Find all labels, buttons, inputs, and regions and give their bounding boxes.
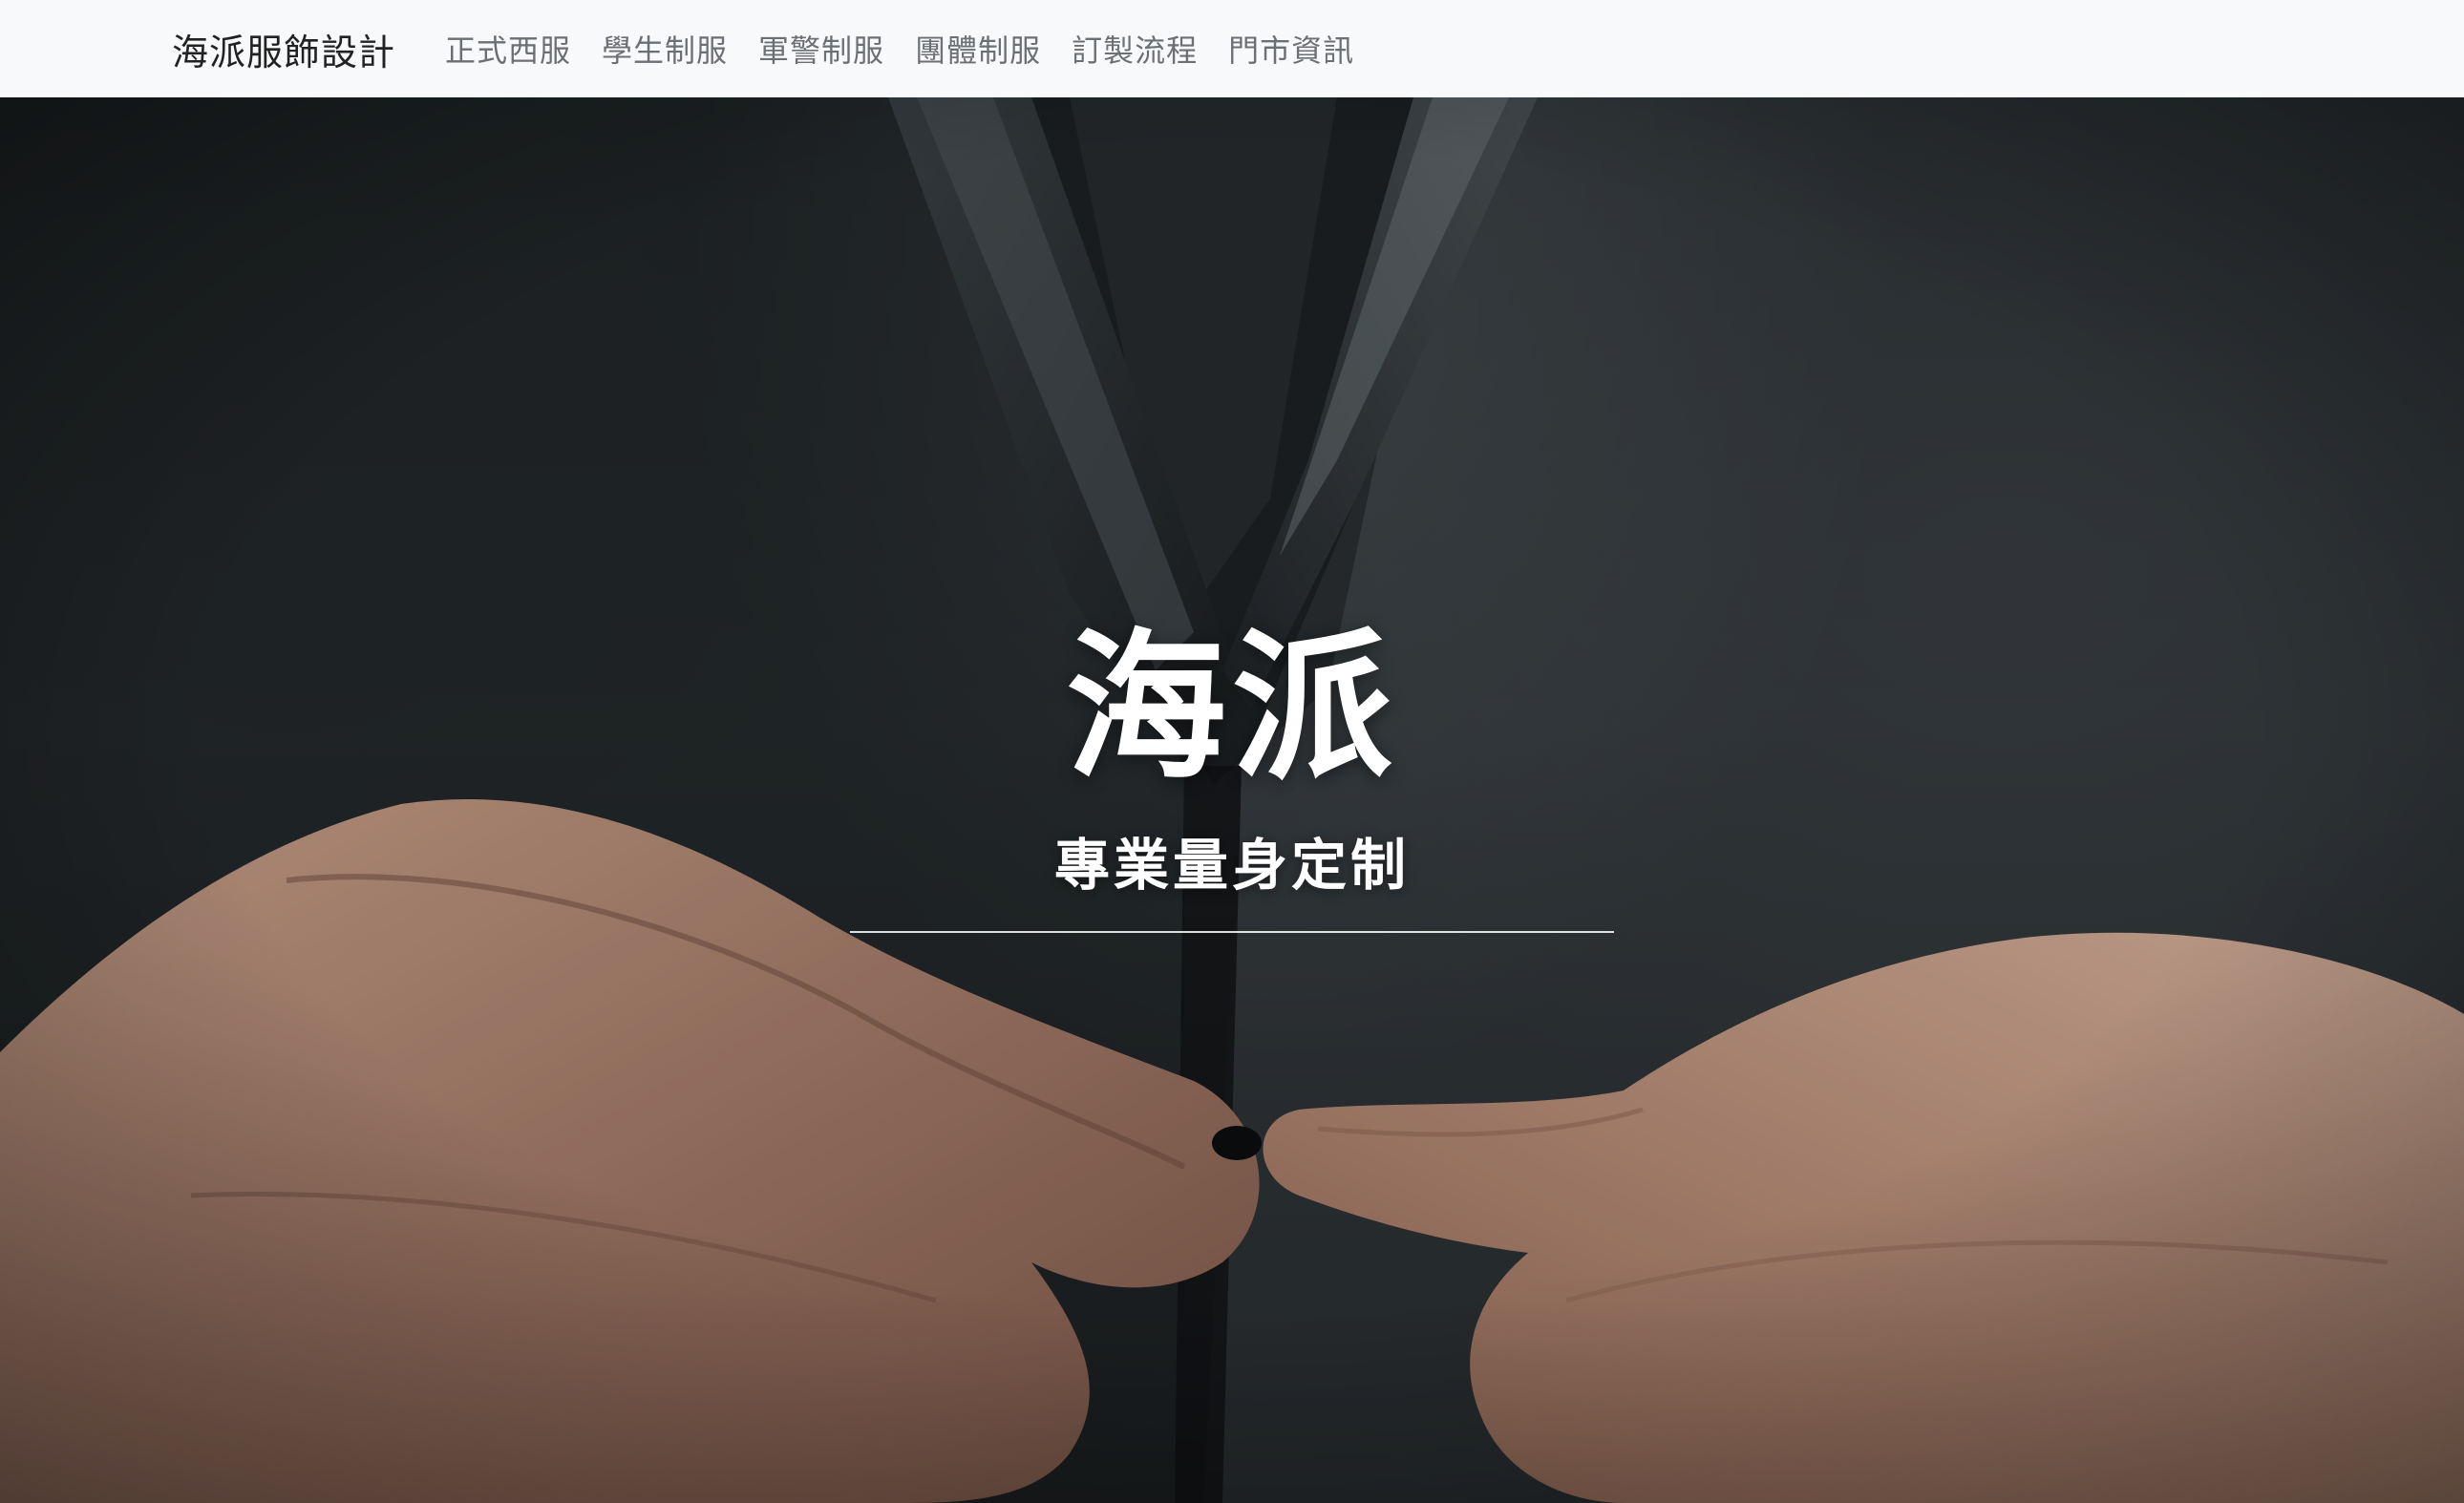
hero-title: 海派 [1066,614,1398,801]
hero-content: 海派 專業量身定制 [0,627,2464,933]
nav-link-school-uniforms[interactable]: 學生制服 [602,27,728,71]
nav-link-store-info[interactable]: 門市資訊 [1228,27,1354,71]
nav-links: 正式西服 學生制服 軍警制服 團體制服 訂製流程 門市資訊 [445,27,1385,71]
hero-divider [850,931,1614,933]
nav-link-custom-process[interactable]: 訂製流程 [1072,27,1198,71]
nav-link-military-police-uniforms[interactable]: 軍警制服 [758,27,884,71]
brand-logo-link[interactable]: 海派服飾設計 [172,23,395,75]
nav-link-formal-suits[interactable]: 正式西服 [445,27,571,71]
hero-banner: 海派 專業量身定制 [0,97,2464,1503]
nav-link-group-uniforms[interactable]: 團體制服 [915,27,1041,71]
top-navbar: 海派服飾設計 正式西服 學生制服 軍警制服 團體制服 訂製流程 門市資訊 [0,0,2464,97]
hero-subtitle: 專業量身定制 [1053,833,1410,898]
